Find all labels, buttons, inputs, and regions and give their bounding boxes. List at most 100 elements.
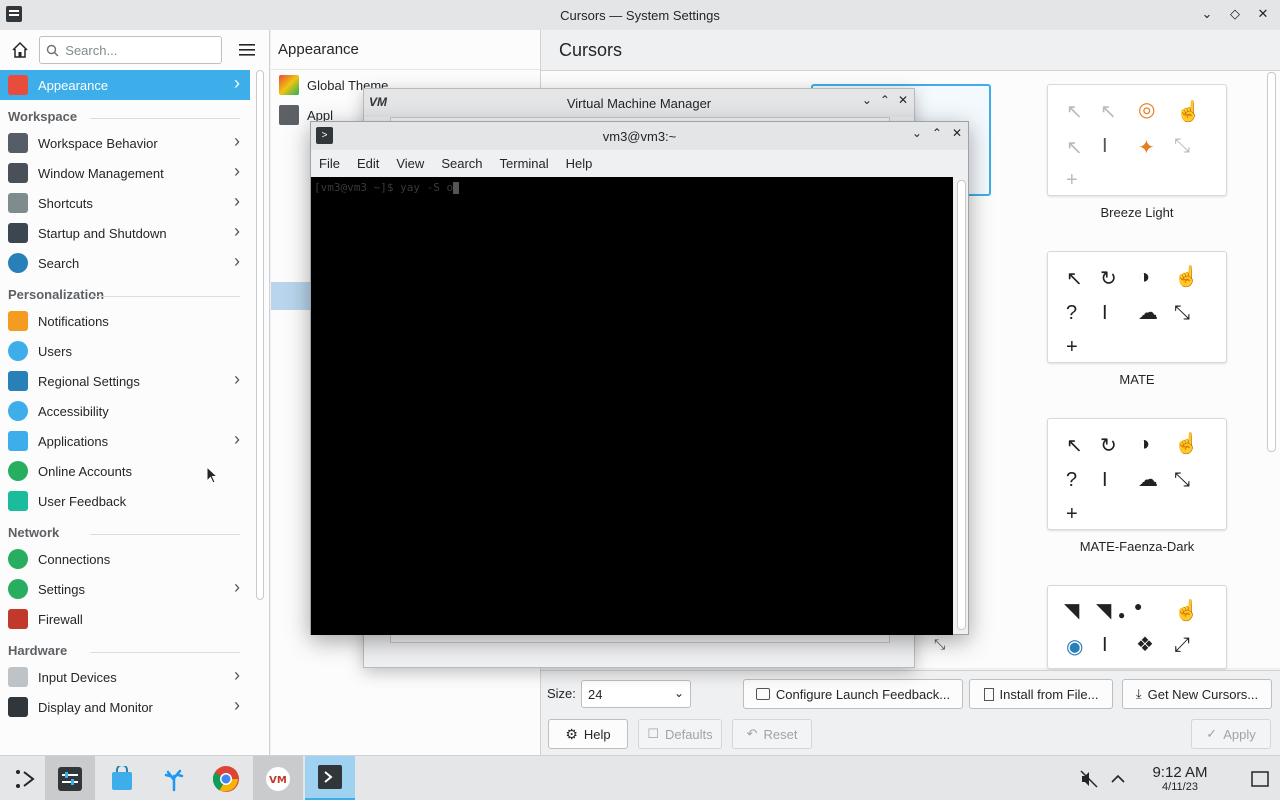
chevron-right-icon: › bbox=[234, 665, 240, 685]
virt-manager-task[interactable]: VM bbox=[253, 756, 303, 800]
vmm-minimize-button[interactable]: ⌄ bbox=[862, 93, 872, 107]
size-select[interactable]: 24 ⌄ bbox=[581, 680, 691, 708]
download-icon: ⤓ bbox=[1135, 686, 1142, 701]
terminal-task[interactable] bbox=[305, 756, 355, 800]
sidebar-item-settings[interactable]: Settings › bbox=[0, 574, 250, 604]
terminal-screen[interactable]: [vm3@vm3 ~]$ yay -S o bbox=[311, 177, 953, 635]
vmm-titlebar[interactable]: VM Virtual Machine Manager ⌄ ⌃ ✕ bbox=[364, 89, 914, 117]
menu-help[interactable]: Help bbox=[566, 156, 602, 171]
terminal-title: vm3@vm3:~ bbox=[602, 128, 677, 144]
sidebar-item-user-feedback[interactable]: User Feedback bbox=[0, 486, 250, 516]
sidebar-item-startup-and-shutdown[interactable]: Startup and Shutdown › bbox=[0, 218, 250, 248]
cursor-theme-label: MATE-Faenza-Dark bbox=[1079, 539, 1195, 554]
system-settings-task[interactable] bbox=[45, 756, 95, 800]
sidebar-item-applications[interactable]: Applications › bbox=[0, 426, 250, 456]
menu-search[interactable]: Search bbox=[441, 156, 491, 171]
search-input[interactable]: Search... bbox=[39, 36, 222, 64]
chevron-right-icon: › bbox=[234, 369, 240, 389]
firewall-icon bbox=[8, 609, 28, 629]
accessibility-icon bbox=[8, 401, 28, 421]
bottom-toolbar: Size: 24 ⌄ Configure Launch Feedback... … bbox=[541, 670, 1280, 755]
terminal-minimize-button[interactable]: ⌄ bbox=[912, 126, 922, 140]
close-button[interactable]: ✕ bbox=[1254, 5, 1272, 23]
terminal-scrollbar[interactable] bbox=[957, 180, 966, 630]
hamburger-icon bbox=[239, 44, 256, 56]
reset-button[interactable]: ↶ Reset bbox=[732, 719, 812, 749]
discover-task[interactable] bbox=[97, 756, 147, 800]
terminal-titlebar[interactable]: > vm3@vm3:~ ⌄ ⌃ ✕ bbox=[311, 122, 968, 150]
resize-grip-icon[interactable]: ⤡ bbox=[934, 636, 950, 652]
hamburger-menu-button[interactable] bbox=[234, 36, 261, 64]
volume-muted-button[interactable] bbox=[1074, 769, 1104, 788]
system-tray: 9:12 AM 4/11/23 bbox=[1074, 756, 1280, 800]
show-hidden-icons-button[interactable] bbox=[1104, 774, 1132, 784]
home-icon bbox=[12, 41, 28, 58]
mouse-pointer-icon bbox=[206, 466, 218, 484]
sidebar-item-accessibility[interactable]: Accessibility bbox=[0, 396, 250, 426]
sidebar-item-window-management[interactable]: Window Management › bbox=[0, 158, 250, 188]
sidebar-item-label: Window Management bbox=[38, 165, 164, 181]
theme-grid-scrollbar[interactable] bbox=[1267, 72, 1276, 452]
terminal-icon: > bbox=[316, 127, 333, 144]
terminal-maximize-button[interactable]: ⌃ bbox=[932, 126, 942, 140]
sidebar-item-appearance[interactable]: Appearance › bbox=[0, 70, 250, 100]
apply-button[interactable]: ✓ Apply bbox=[1191, 719, 1271, 749]
mouse-icon bbox=[8, 667, 28, 687]
configure-launch-feedback-button[interactable]: Configure Launch Feedback... bbox=[743, 679, 963, 709]
sidebar-scrollbar[interactable] bbox=[256, 70, 264, 600]
show-desktop-button[interactable] bbox=[1240, 770, 1280, 787]
menu-file[interactable]: File bbox=[319, 156, 349, 171]
vmm-maximize-button[interactable]: ⌃ bbox=[880, 93, 890, 107]
terminal-window[interactable]: > vm3@vm3:~ ⌄ ⌃ ✕ File Edit View Search … bbox=[310, 121, 969, 635]
sidebar-item-connections[interactable]: Connections bbox=[0, 544, 250, 574]
monitor-icon bbox=[8, 697, 28, 717]
sidebar-item-workspace-behavior[interactable]: Workspace Behavior › bbox=[0, 128, 250, 158]
dolphin-task[interactable] bbox=[149, 756, 199, 800]
globe-icon bbox=[8, 549, 28, 569]
globe-settings-icon bbox=[8, 579, 28, 599]
sidebar-item-firewall[interactable]: Firewall bbox=[0, 604, 250, 634]
maximize-button[interactable]: ◇ bbox=[1226, 5, 1244, 23]
sidebar-item-users[interactable]: Users bbox=[0, 336, 250, 366]
sidebar-item-label: Online Accounts bbox=[38, 463, 132, 479]
cursor-theme-label: MATE bbox=[1119, 372, 1155, 387]
chrome-task[interactable] bbox=[201, 756, 251, 800]
terminal-menubar: File Edit View Search Terminal Help bbox=[311, 150, 968, 176]
global-theme-icon bbox=[279, 75, 299, 95]
sidebar-item-label: Accessibility bbox=[38, 403, 109, 419]
help-icon: ⚙ bbox=[565, 725, 578, 742]
sidebar-item-shortcuts[interactable]: Shortcuts › bbox=[0, 188, 250, 218]
vmm-close-button[interactable]: ✕ bbox=[898, 93, 908, 107]
application-launcher-button[interactable] bbox=[0, 756, 50, 800]
clock[interactable]: 9:12 AM 4/11/23 bbox=[1140, 764, 1220, 793]
menu-edit[interactable]: Edit bbox=[357, 156, 388, 171]
home-button[interactable] bbox=[8, 38, 31, 62]
chevron-down-icon: ⌄ bbox=[673, 686, 684, 700]
cursor-theme-mate[interactable]: ↖ ↻ ◑ ☝ ? I ☁ ⤡ + bbox=[1047, 251, 1227, 363]
install-label: Install from File... bbox=[999, 686, 1099, 702]
menu-terminal[interactable]: Terminal bbox=[500, 156, 558, 171]
defaults-button[interactable]: ☐ Defaults bbox=[638, 719, 722, 749]
get-new-cursors-button[interactable]: ⤓ Get New Cursors... bbox=[1122, 679, 1272, 709]
search-icon bbox=[47, 44, 59, 56]
terminal-close-button[interactable]: ✕ bbox=[952, 126, 962, 140]
sidebar-item-search[interactable]: Search › bbox=[0, 248, 250, 278]
sidebar-item-input-devices[interactable]: Input Devices › bbox=[0, 662, 250, 692]
install-from-file-button[interactable]: Install from File... bbox=[969, 679, 1113, 709]
sidebar-item-display-and-monitor[interactable]: Display and Monitor › bbox=[0, 692, 250, 722]
chevron-right-icon: › bbox=[234, 429, 240, 449]
chevron-right-icon: › bbox=[234, 577, 240, 597]
sidebar-item-label: Appearance bbox=[38, 77, 109, 93]
minimize-button[interactable]: ⌄ bbox=[1198, 5, 1216, 23]
sidebar-item-label: User Feedback bbox=[38, 493, 127, 509]
help-button[interactable]: ⚙ Help bbox=[548, 719, 628, 749]
virt-manager-icon: VM bbox=[266, 766, 290, 791]
search-icon bbox=[8, 253, 28, 273]
cursor-theme-mate-faenza-dark[interactable]: ↖ ↻ ◑ ☝ ? I ☁ ⤡ + bbox=[1047, 418, 1227, 530]
menu-view[interactable]: View bbox=[396, 156, 433, 171]
cursor-theme-breeze-light[interactable]: ↖ ↖ ◎ ☝ ↖ I ✦ ⤡ + bbox=[1047, 84, 1227, 196]
sidebar-item-regional-settings[interactable]: Regional Settings › bbox=[0, 366, 250, 396]
cursor-theme-dark[interactable]: ◥ ◥ ● ● ☝ ◉ I ❖ ⤢ bbox=[1047, 585, 1227, 669]
sidebar-item-notifications[interactable]: Notifications bbox=[0, 306, 250, 336]
workspace-icon bbox=[8, 133, 28, 153]
